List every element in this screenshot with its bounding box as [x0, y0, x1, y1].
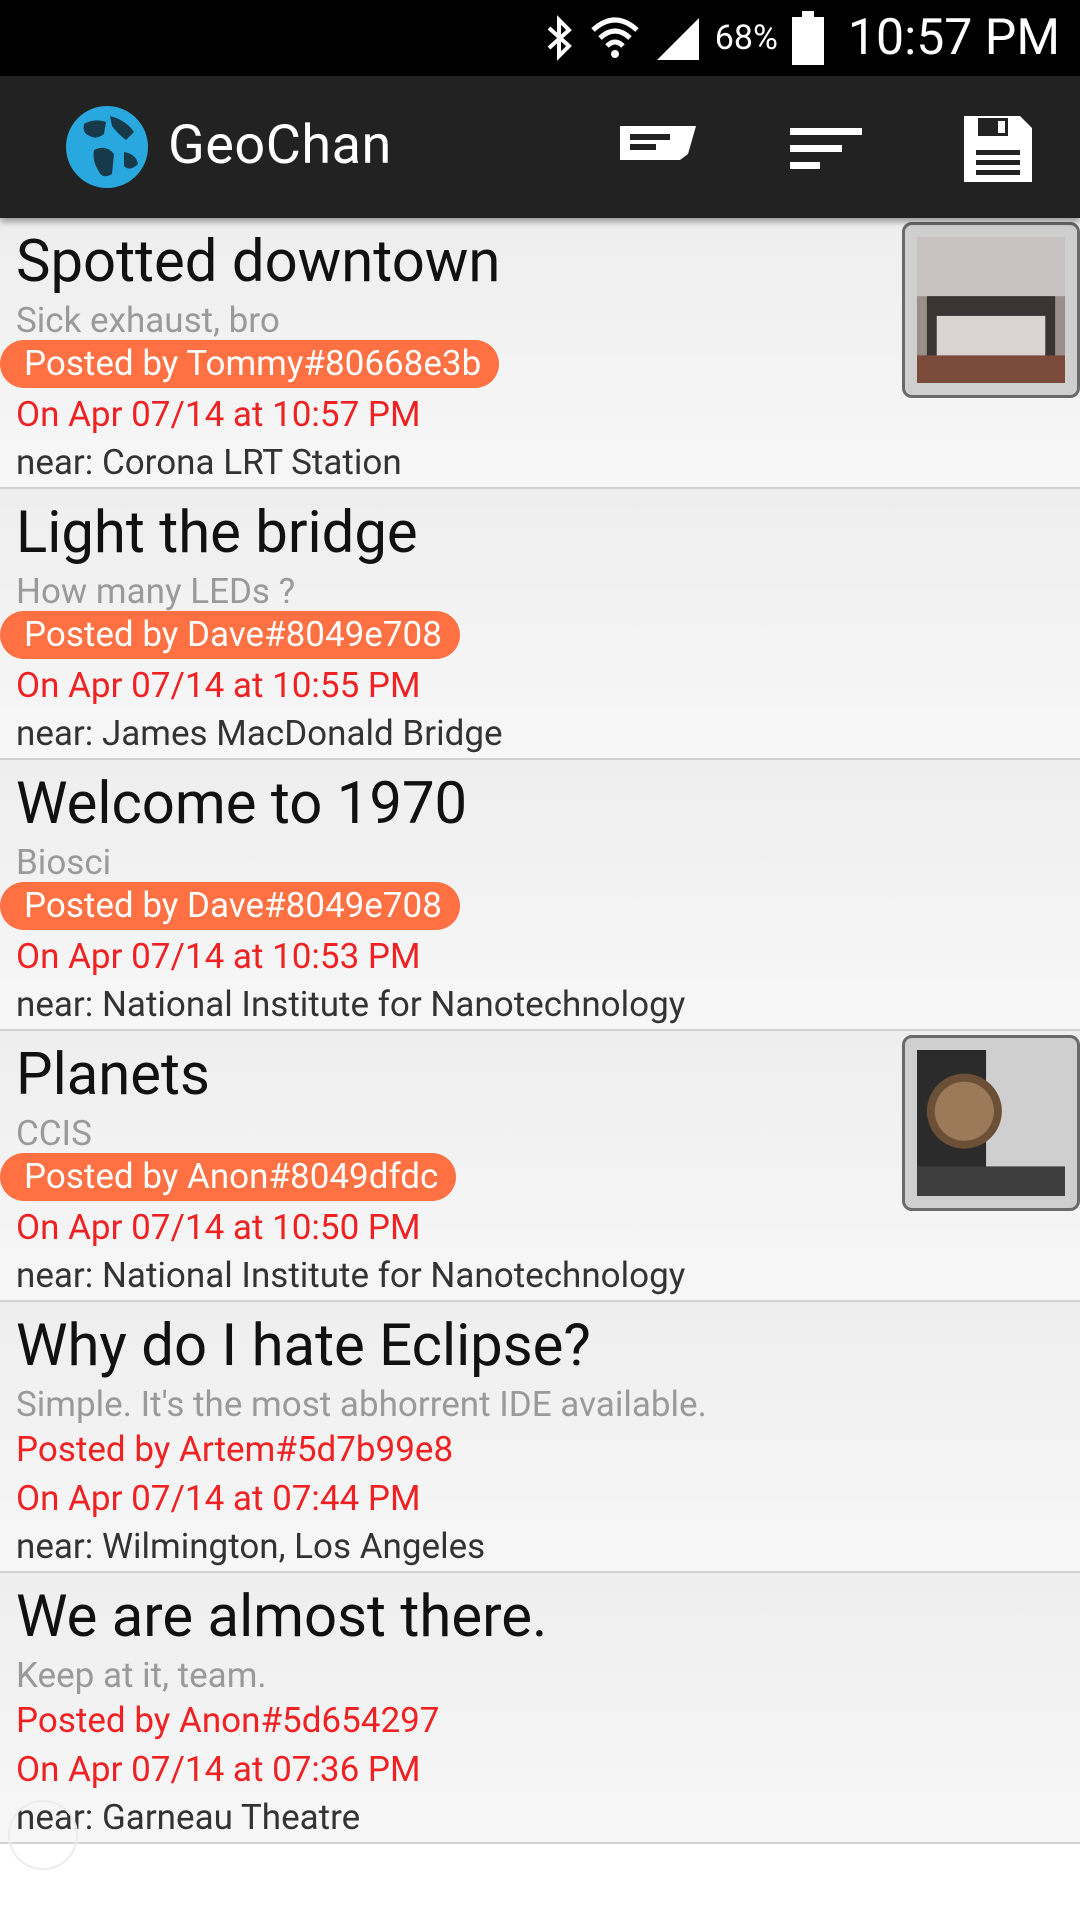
post-author: Posted by Dave#8049e708: [0, 611, 460, 659]
signal-icon: [656, 18, 699, 60]
status-time: 10:57 PM: [847, 9, 1060, 67]
save-icon[interactable]: [958, 114, 1038, 184]
status-bar: 68% 10:57 PM: [0, 0, 1080, 76]
post-date: On Apr 07/14 at 07:36 PM: [16, 1749, 421, 1790]
post-subtitle: Sick exhaust, bro: [16, 300, 280, 341]
list-item[interactable]: Spotted downtown Sick exhaust, bro Poste…: [0, 218, 1080, 489]
post-date: On Apr 07/14 at 10:57 PM: [16, 394, 421, 435]
post-subtitle: CCIS: [16, 1113, 92, 1154]
post-location: near: Wilmington, Los Angeles: [16, 1526, 486, 1567]
new-topic-icon[interactable]: [618, 114, 698, 184]
post-thumbnail[interactable]: [902, 1035, 1080, 1211]
touch-ripple: [8, 1800, 78, 1870]
post-date: On Apr 07/14 at 10:55 PM: [16, 665, 421, 706]
list-item[interactable]: Light the bridge How many LEDs ? Posted …: [0, 489, 1080, 760]
post-thumbnail-image: [917, 1050, 1065, 1196]
app-title: GeoChan: [168, 114, 392, 177]
post-author: Posted by Artem#5d7b99e8: [16, 1429, 454, 1470]
battery-icon: [791, 11, 824, 65]
list-item[interactable]: Why do I hate Eclipse? Simple. It's the …: [0, 1302, 1080, 1573]
status-icons: 68% 10:57 PM: [545, 0, 1060, 76]
post-thumbnail[interactable]: [902, 222, 1080, 398]
post-location: near: National Institute for Nanotechnol…: [16, 984, 686, 1025]
globe-icon: [66, 106, 148, 188]
wifi-icon: [591, 17, 639, 58]
post-date: On Apr 07/14 at 10:53 PM: [16, 936, 421, 977]
post-author: Posted by Anon#8049dfdc: [0, 1153, 457, 1201]
post-title: Why do I hate Eclipse?: [16, 1312, 591, 1380]
action-bar: GeoChan: [0, 76, 1080, 218]
post-subtitle: Simple. It's the most abhorrent IDE avai…: [16, 1384, 707, 1425]
post-date: On Apr 07/14 at 10:50 PM: [16, 1207, 421, 1248]
post-title: Spotted downtown: [16, 228, 501, 296]
post-subtitle: Keep at it, team.: [16, 1655, 267, 1696]
bluetooth-icon: [547, 15, 572, 61]
post-title: We are almost there.: [16, 1583, 548, 1651]
post-title: Planets: [16, 1041, 210, 1109]
post-subtitle: Biosci: [16, 842, 112, 883]
post-date: On Apr 07/14 at 07:44 PM: [16, 1478, 421, 1519]
post-list: Spotted downtown Sick exhaust, bro Poste…: [0, 218, 1080, 1844]
post-author: Posted by Dave#8049e708: [0, 882, 460, 930]
battery-percent: 68%: [714, 18, 778, 58]
post-location: near: National Institute for Nanotechnol…: [16, 1255, 686, 1296]
list-item[interactable]: Welcome to 1970 Biosci Posted by Dave#80…: [0, 760, 1080, 1031]
post-author: Posted by Anon#5d654297: [16, 1700, 440, 1741]
post-title: Light the bridge: [16, 499, 418, 567]
post-location: near: James MacDonald Bridge: [16, 713, 503, 754]
post-thumbnail-image: [917, 237, 1065, 383]
post-location: near: Corona LRT Station: [16, 442, 402, 483]
list-item[interactable]: We are almost there. Keep at it, team. P…: [0, 1573, 1080, 1844]
post-author: Posted by Tommy#80668e3b: [0, 340, 500, 388]
post-title: Welcome to 1970: [16, 770, 468, 838]
list-item[interactable]: Planets CCIS Posted by Anon#8049dfdc On …: [0, 1031, 1080, 1302]
sort-icon[interactable]: [786, 114, 866, 184]
post-subtitle: How many LEDs ?: [16, 571, 296, 612]
